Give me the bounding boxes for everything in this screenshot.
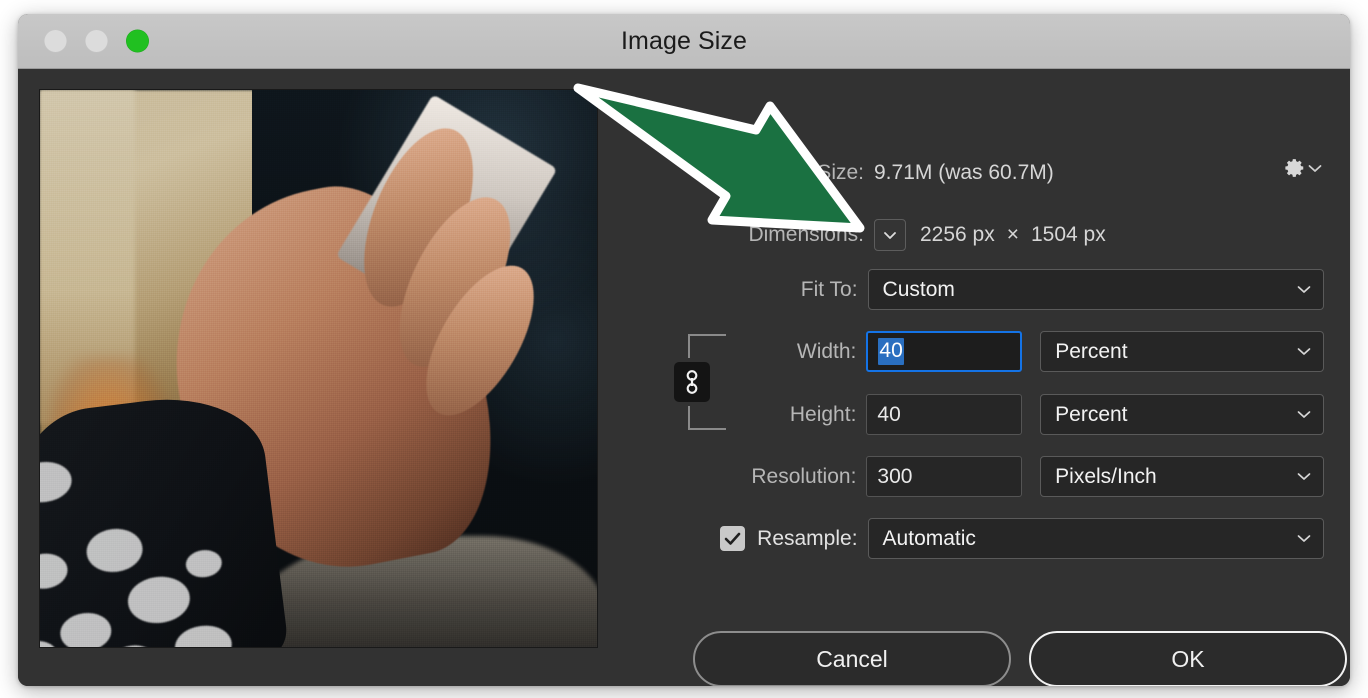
- width-input-value: 40: [878, 338, 904, 365]
- zoom-button-dot[interactable]: [126, 29, 149, 53]
- chevron-down-icon: [1297, 348, 1311, 355]
- resample-value: Automatic: [882, 526, 976, 550]
- window-titlebar: Image Size: [18, 14, 1350, 69]
- width-label: Width:: [796, 339, 857, 363]
- cancel-button[interactable]: Cancel: [693, 631, 1011, 686]
- width-unit-value: Percent: [1055, 339, 1128, 363]
- dialog-button-bar: Cancel OK: [693, 631, 1347, 686]
- window-title: Image Size: [620, 26, 748, 55]
- chevron-down-icon: [1297, 535, 1311, 542]
- resample-select[interactable]: Automatic: [867, 518, 1324, 559]
- resolution-row: Resolution: 300 Pixels/Inch: [618, 456, 1324, 497]
- height-unit-value: Percent: [1055, 402, 1128, 426]
- fit-to-select[interactable]: Custom: [867, 269, 1324, 310]
- height-label: Height:: [789, 402, 857, 426]
- image-size-dialog-window: Image Size Image Size: 9.71M (was 60.7M)…: [18, 14, 1350, 686]
- image-size-value: 9.71M (was 60.7M): [874, 161, 1054, 184]
- dimensions-width-value: 2256 px: [920, 223, 995, 246]
- image-size-label: Image Size:: [753, 161, 864, 184]
- screenshot-root: Image Size Image Size: 9.71M (was 60.7M)…: [0, 0, 1368, 698]
- chevron-down-icon: [1297, 286, 1311, 293]
- dimensions-units-button[interactable]: [874, 219, 906, 251]
- height-input[interactable]: 40: [866, 394, 1023, 435]
- settings-panel: Image Size: 9.71M (was 60.7M) Dimensions…: [618, 69, 1350, 686]
- close-button-dot[interactable]: [44, 29, 67, 53]
- dimensions-label: Dimensions:: [748, 223, 864, 246]
- resolution-input-value: 300: [877, 464, 913, 488]
- resolution-unit-value: Pixels/Inch: [1055, 464, 1157, 488]
- window-traffic-lights: [44, 29, 149, 53]
- fit-to-label: Fit To:: [800, 277, 858, 301]
- width-input[interactable]: 40: [866, 331, 1023, 372]
- resample-label: Resample:: [757, 526, 858, 550]
- height-input-value: 40: [877, 402, 901, 426]
- chain-link-icon: [686, 370, 698, 394]
- resample-label-group: Resample:: [618, 526, 868, 551]
- chevron-down-icon: [884, 231, 896, 239]
- dimensions-row: Dimensions: 2256 px × 1504 px: [618, 219, 1324, 251]
- resolution-unit-select[interactable]: Pixels/Inch: [1040, 456, 1324, 497]
- dimensions-height-value: 1504 px: [1031, 223, 1106, 246]
- width-unit-select[interactable]: Percent: [1040, 331, 1325, 372]
- resample-row: Resample: Automatic: [618, 518, 1324, 559]
- image-size-row: Image Size: 9.71M (was 60.7M): [618, 161, 1324, 185]
- image-preview[interactable]: [39, 89, 598, 648]
- ok-button[interactable]: OK: [1029, 631, 1347, 686]
- dialog-body: Image Size: 9.71M (was 60.7M) Dimensions…: [18, 69, 1350, 686]
- resolution-label: Resolution:: [751, 464, 857, 488]
- width-row: Width: 40 Percent: [618, 331, 1325, 372]
- chevron-down-icon: [1297, 411, 1311, 418]
- preview-photo: [40, 90, 597, 647]
- chevron-down-icon: [1297, 473, 1311, 480]
- resample-checkbox[interactable]: [720, 526, 746, 551]
- height-row: Height: 40 Percent: [618, 394, 1324, 435]
- resolution-input[interactable]: 300: [866, 456, 1023, 497]
- dimensions-separator: ×: [1006, 223, 1019, 246]
- minimize-button-dot[interactable]: [85, 29, 108, 53]
- check-icon: [724, 532, 741, 545]
- fit-to-row: Fit To: Custom: [618, 269, 1324, 310]
- height-unit-select[interactable]: Percent: [1040, 394, 1324, 435]
- fit-to-value: Custom: [882, 277, 955, 301]
